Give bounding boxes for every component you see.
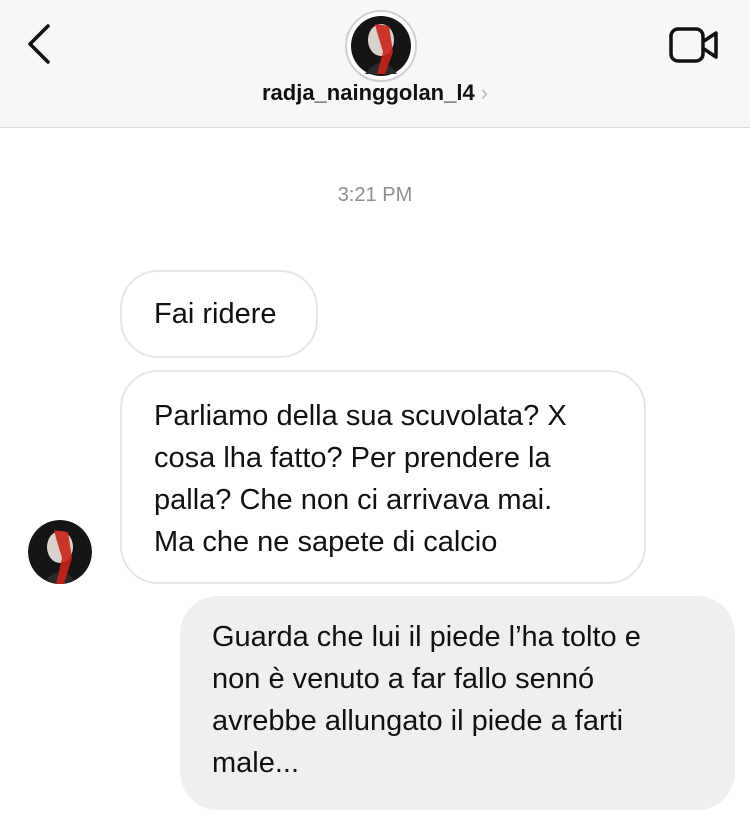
message-timestamp: 3:21 PM [337, 184, 413, 206]
chevron-right-icon: › [480, 80, 489, 105]
message-text: cosa lha fatto? Per prendere la [154, 442, 551, 474]
message-text: Fai ridere [154, 298, 277, 330]
sender-avatar[interactable] [28, 520, 92, 584]
message-text: avrebbe allungato il piede a farti [212, 705, 624, 737]
profile-photo-icon [28, 520, 92, 584]
profile-photo-icon [351, 16, 411, 76]
message-text: Guarda che lui il piede l’ha tolto e [212, 621, 641, 653]
message-text: non è venuto a far fallo sennó [212, 663, 595, 695]
message-text: Parliamo della sua scuvolata? X [154, 400, 567, 432]
outgoing-message-bubble[interactable]: Guarda che lui il piede l’ha tolto e non… [180, 596, 735, 810]
message-text: palla? Che non ci arrivava mai. [154, 484, 553, 516]
incoming-message-bubble[interactable]: Parliamo della sua scuvolata? X cosa lha… [120, 370, 646, 584]
username-row[interactable]: radja_nainggolan_l4 › [0, 78, 750, 108]
incoming-message-bubble[interactable]: Fai ridere [120, 270, 318, 358]
back-button[interactable] [22, 22, 62, 66]
profile-avatar[interactable] [345, 10, 417, 82]
chevron-left-icon [28, 24, 50, 64]
message-text: male... [212, 747, 300, 779]
video-call-button[interactable] [668, 25, 720, 65]
message-text: Ma che ne sapete di calcio [154, 526, 498, 558]
username-label[interactable]: radja_nainggolan_l4 [262, 80, 475, 105]
video-camera-icon [669, 27, 718, 63]
chat-header: radja_nainggolan_l4 › [0, 0, 750, 128]
